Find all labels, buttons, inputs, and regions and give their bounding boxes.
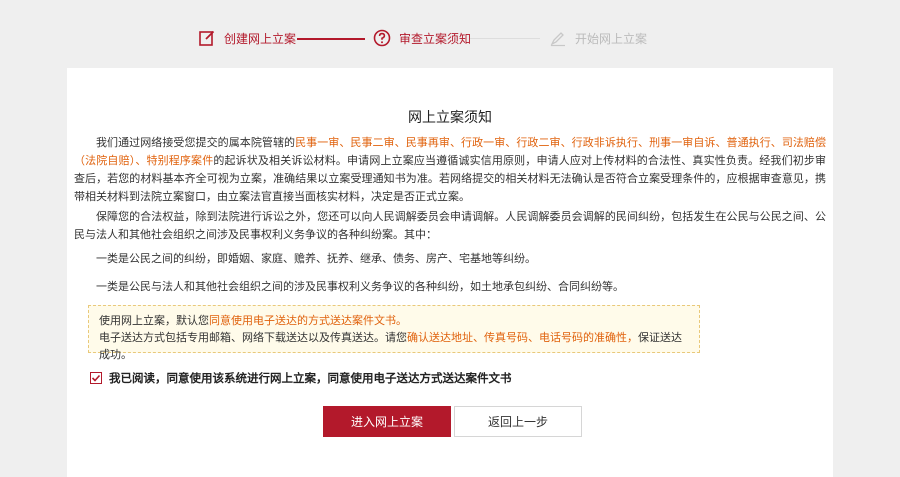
checkmark-icon [91, 374, 101, 382]
intro-paragraph: 我们通过网络接受您提交的属本院管辖的民事一审、民事二审、民事再审、行政一审、行政… [74, 134, 826, 206]
enter-online-filing-button[interactable]: 进入网上立案 [323, 406, 451, 437]
agree-row[interactable]: 我已阅读，同意使用该系统进行网上立案，同意使用电子送达方式送达案件文书 [90, 370, 512, 386]
mediation-paragraph: 保障您的合法权益，除到法院进行诉讼之外，您还可以向人民调解委员会申请调解。人民调… [74, 210, 826, 241]
pen-icon [549, 29, 567, 47]
step-create-case: 创建网上立案 [198, 29, 296, 47]
notice-line-1-highlight: 同意使用电子送达的方式送达案件文书。 [209, 314, 407, 327]
mediation-type-2: 一类是公民与法人和其他社会组织之间的涉及民事权利义务争议的各种纠纷，如土地承包纠… [96, 280, 624, 293]
notice-line-2: 电子送达方式包括专用邮箱、网络下载送达以及传真送达。请您确认送达地址、传真号码、… [99, 329, 689, 363]
notice-line-2-highlight: 确认送达地址、传真号码、电话号码的准确性， [407, 331, 638, 344]
agree-label[interactable]: 我已阅读，同意使用该系统进行网上立案，同意使用电子送达方式送达案件文书 [109, 370, 512, 386]
edit-icon [198, 29, 216, 47]
intro-text-pre: 我们通过网络接受您提交的属本院管辖的 [96, 136, 296, 149]
step-review-notice: 审查立案须知 [373, 29, 471, 47]
notice-line-1: 使用网上立案，默认您同意使用电子送达的方式送达案件文书。 [99, 312, 689, 329]
step-connector-done [297, 38, 365, 40]
step-label: 审查立案须知 [399, 31, 472, 46]
step-connector-pending [470, 38, 540, 39]
back-button[interactable]: 返回上一步 [454, 406, 582, 437]
notice-line-2-text: 电子送达方式包括专用邮箱、网络下载送达以及传真送达。请您 [99, 331, 407, 344]
mediation-type-1: 一类是公民之间的纠纷，即婚姻、家庭、赡养、抚养、继承、债务、房产、宅基地等纠纷。 [96, 252, 536, 265]
step-label: 创建网上立案 [224, 31, 297, 46]
step-start-case: 开始网上立案 [549, 29, 647, 47]
question-icon [373, 29, 391, 47]
step-progress-bar: 创建网上立案 审查立案须知 开始网上立案 [0, 0, 900, 68]
e-delivery-notice-box: 使用网上立案，默认您同意使用电子送达的方式送达案件文书。 电子送达方式包括专用邮… [88, 305, 700, 361]
page-title: 网上立案须知 [408, 110, 492, 126]
notice-card: 网上立案须知 我们通过网络接受您提交的属本院管辖的民事一审、民事二审、民事再审、… [67, 68, 833, 477]
agree-checkbox[interactable] [90, 372, 102, 384]
step-label: 开始网上立案 [575, 31, 648, 46]
notice-line-1-text: 使用网上立案，默认您 [99, 314, 209, 327]
